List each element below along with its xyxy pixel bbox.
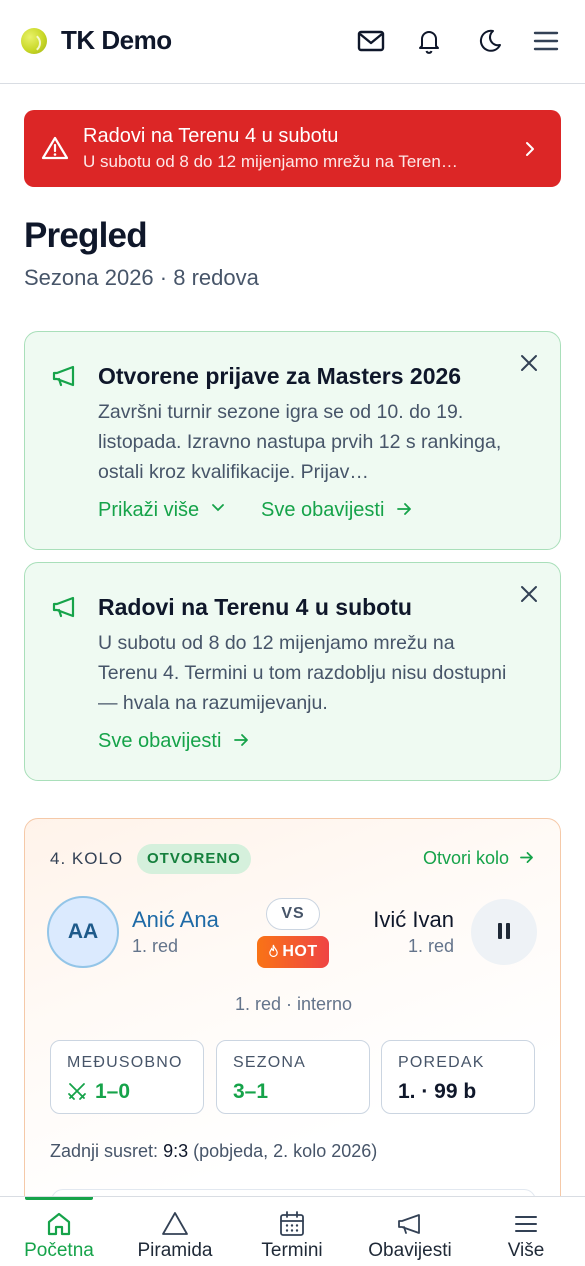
stat-value-text: 1–0	[95, 1080, 131, 1103]
all-notices-label: Sve obavijesti	[261, 499, 385, 521]
pyramid-icon	[162, 1212, 188, 1235]
banner-title: Radovi na Terenu 4 u subotu	[83, 125, 339, 147]
arrow-right-icon	[520, 852, 533, 863]
nav-item-pyramid[interactable]: Piramida	[130, 1197, 220, 1266]
hot-label: HOT	[282, 943, 318, 960]
round-label: 4. KOLO	[50, 849, 124, 868]
mail-icon[interactable]	[356, 26, 386, 56]
nav-item-schedule[interactable]: Termini	[247, 1197, 337, 1266]
app-title[interactable]: TK Demo	[61, 25, 172, 56]
head-to-head-stat: MEĐUSOBNO 1–0	[50, 1040, 204, 1114]
warning-icon	[41, 135, 69, 161]
pause-button[interactable]	[471, 899, 537, 965]
stat-value: 1–0	[67, 1080, 130, 1104]
notice-body: Završni turnir sezone igra se od 10. do …	[98, 401, 502, 483]
nav-label: Termini	[261, 1240, 323, 1261]
open-round-label: Otvori kolo	[422, 848, 509, 868]
megaphone-icon	[51, 364, 79, 388]
arrow-right-icon	[397, 503, 411, 515]
nav-item-notices[interactable]: Obavijesti	[360, 1197, 460, 1266]
chevron-right-icon	[523, 138, 537, 160]
arrow-right-icon	[234, 734, 248, 746]
stat-label: POREDAK	[398, 1054, 485, 1071]
stat-value: 1. · 99 b	[398, 1080, 477, 1103]
nav-label: Više	[507, 1240, 545, 1261]
show-more-label: Prikaži više	[98, 499, 200, 521]
avatar: AA	[47, 896, 119, 968]
season-stat: SEZONA 3–1	[216, 1040, 370, 1114]
megaphone-icon	[398, 1214, 420, 1234]
home-icon	[47, 1212, 71, 1236]
nav-item-more[interactable]: Više	[481, 1197, 571, 1266]
moon-icon[interactable]	[474, 26, 504, 56]
bell-icon[interactable]	[414, 26, 444, 56]
show-more-button[interactable]: Prikaži više	[98, 499, 225, 522]
calendar-icon	[280, 1211, 304, 1236]
notice-title: Otvorene prijave za Masters 2026	[98, 363, 462, 389]
last-meeting-detail: (pobjeda, 2. kolo 2026)	[193, 1141, 378, 1161]
page-subtitle: Sezona 2026 · 8 redova	[24, 265, 259, 290]
stat-label: SEZONA	[233, 1054, 306, 1071]
notice-card: Otvorene prijave za Masters 2026 Završni…	[24, 331, 561, 550]
last-meeting: Zadnji susret: 9:3 (pobjeda, 2. kolo 202…	[50, 1141, 377, 1162]
nav-label: Piramida	[137, 1240, 213, 1261]
crossed-swords-icon	[68, 1083, 86, 1100]
notice-card: Radovi na Terenu 4 u subotu U subotu od …	[24, 562, 561, 781]
alert-banner[interactable]: Radovi na Terenu 4 u subotu U subotu od …	[24, 110, 561, 187]
status-badge: OTVORENO	[137, 844, 251, 874]
bottom-nav: Početna Piramida Termini Obavijesti Više	[0, 1196, 585, 1266]
megaphone-icon	[51, 595, 79, 619]
player2-row: 1. red	[407, 936, 454, 956]
last-meeting-score: 9:3	[163, 1141, 189, 1161]
last-meeting-label: Zadnji susret:	[50, 1141, 159, 1161]
banner-text: U subotu od 8 do 12 mijenjamo mrežu na T…	[83, 152, 458, 171]
close-icon[interactable]	[518, 583, 540, 605]
page-title: Pregled	[24, 216, 148, 255]
notice-title: Radovi na Terenu 4 u subotu	[98, 594, 412, 620]
match-card: 4. KOLO OTVORENO Otvori kolo AA Anić Ana…	[24, 818, 561, 1238]
player2-name[interactable]: Ivić Ivan	[373, 907, 454, 933]
notice-body: U subotu od 8 do 12 mijenjamo mrežu na T…	[98, 632, 507, 714]
nav-label: Obavijesti	[368, 1240, 452, 1261]
flame-icon	[269, 944, 279, 958]
all-notices-label: Sve obavijesti	[98, 730, 222, 752]
vs-badge: VS	[266, 898, 320, 930]
player1-name[interactable]: Anić Ana	[132, 907, 219, 933]
stat-label: MEĐUSOBNO	[67, 1054, 183, 1071]
close-icon[interactable]	[518, 352, 540, 374]
ranking-stat: POREDAK 1. · 99 b	[381, 1040, 535, 1114]
match-meta: 1. red · interno	[234, 994, 353, 1014]
menu-icon	[515, 1216, 537, 1232]
hot-badge: HOT	[257, 936, 329, 968]
tennis-ball-logo-icon	[21, 28, 47, 54]
chevron-down-icon	[211, 504, 224, 512]
stat-value: 3–1	[233, 1080, 269, 1103]
nav-item-home[interactable]: Početna	[14, 1197, 104, 1266]
nav-label: Početna	[24, 1240, 94, 1261]
top-bar: TK Demo	[0, 0, 585, 84]
menu-icon[interactable]	[531, 26, 561, 56]
all-notices-link[interactable]: Sve obavijesti	[261, 499, 412, 522]
player1-row: 1. red	[132, 936, 179, 956]
open-round-link[interactable]: Otvori kolo	[423, 848, 534, 869]
all-notices-link[interactable]: Sve obavijesti	[98, 730, 249, 753]
